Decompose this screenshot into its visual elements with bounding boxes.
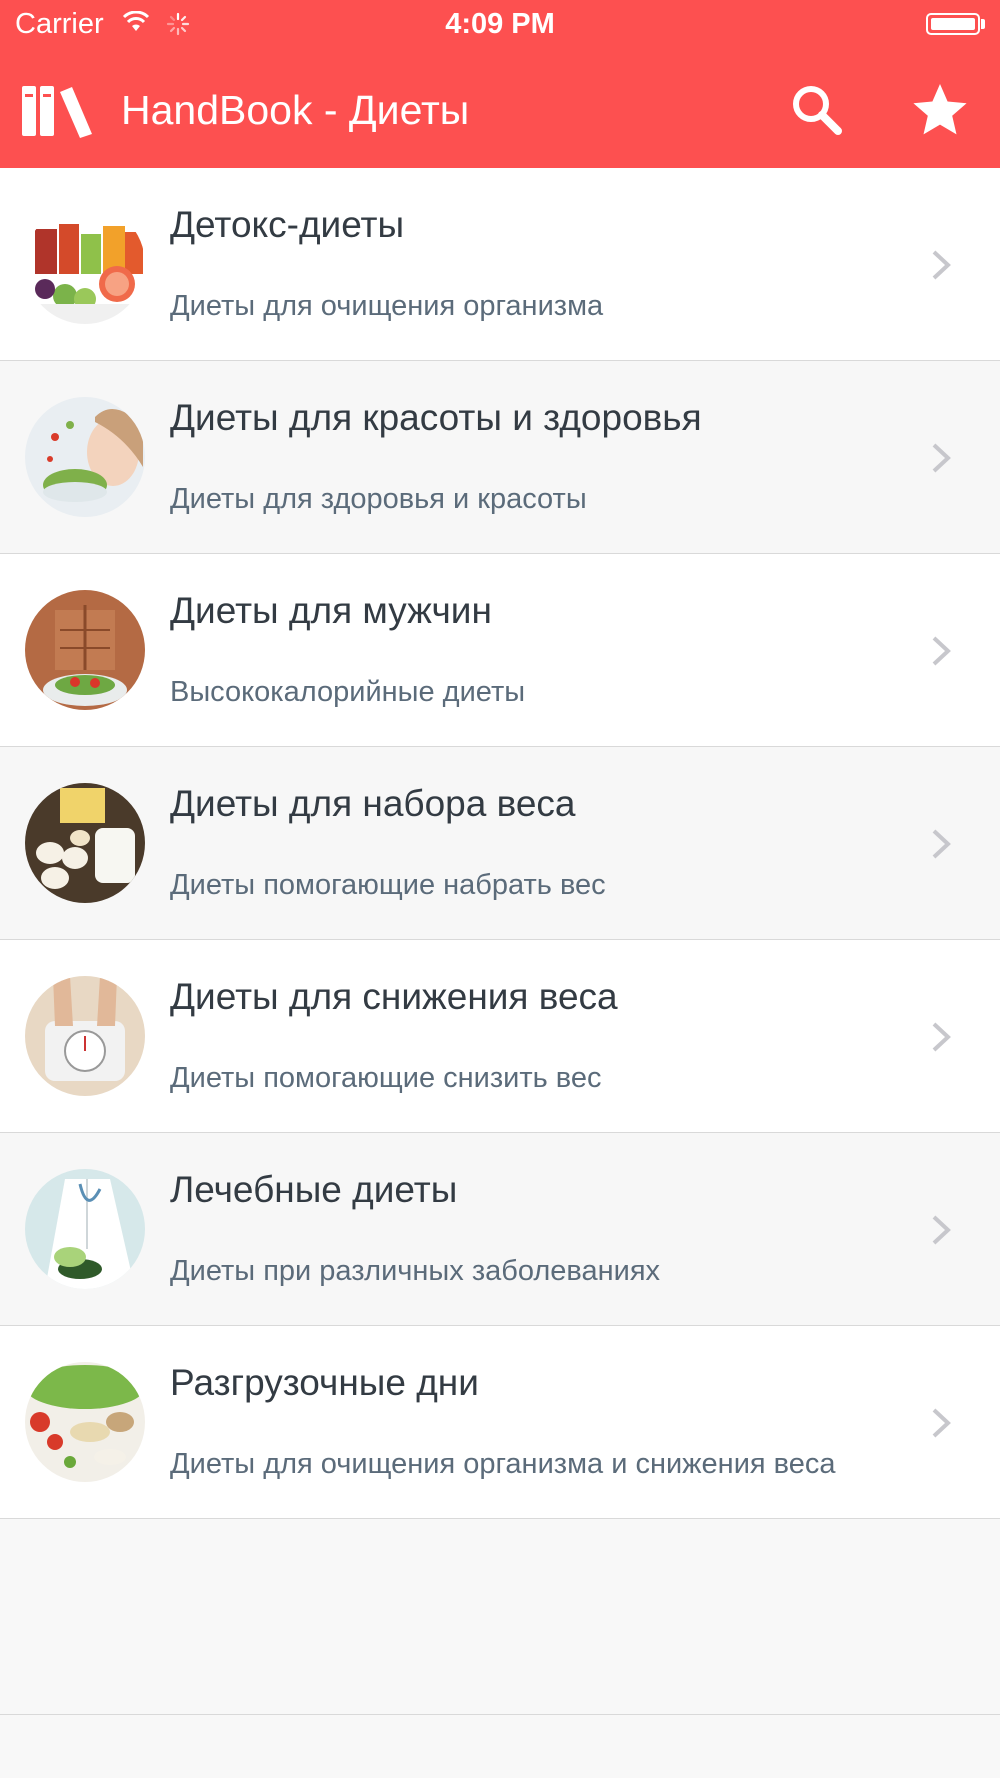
search-icon[interactable] [787, 80, 847, 140]
chevron-right-icon [928, 1020, 956, 1059]
list-item-weight-loss[interactable]: Диеты для снижения веса Диеты помогающие… [0, 940, 1000, 1133]
dairy-eggs-image [25, 783, 145, 903]
books-icon[interactable] [20, 82, 96, 143]
doctor-vegetables-image [25, 1169, 145, 1289]
status-bar: Carrier 4:09 PM [0, 0, 1000, 50]
list-item-subtitle: Диеты для очищения организма и снижения … [170, 1448, 836, 1480]
status-time: 4:09 PM [445, 8, 555, 40]
list-item-men[interactable]: Диеты для мужчин Высококалорийные диеты [0, 554, 1000, 747]
list-item-subtitle: Диеты для здоровья и красоты [170, 483, 587, 515]
list-item-title: Диеты для мужчин [170, 590, 492, 631]
list-item-title: Диеты для снижения веса [170, 976, 618, 1017]
chevron-right-icon [928, 1406, 956, 1445]
divider [0, 1714, 1000, 1715]
list-item-subtitle: Высококалорийные диеты [170, 676, 526, 708]
chevron-right-icon [928, 827, 956, 866]
chevron-right-icon [928, 1213, 956, 1252]
battery-tip [981, 19, 985, 29]
list-item-title: Детокс-диеты [170, 204, 405, 245]
list-item-subtitle: Диеты помогающие набрать вес [170, 869, 606, 901]
battery-icon [926, 13, 980, 35]
abs-salad-image [25, 590, 145, 710]
list-item-title: Диеты для красоты и здоровья [170, 397, 702, 438]
list-item-therapeutic[interactable]: Лечебные диеты Диеты при различных забол… [0, 1133, 1000, 1326]
list-item-beauty-health[interactable]: Диеты для красоты и здоровья Диеты для з… [0, 361, 1000, 554]
list-item-title: Лечебные диеты [170, 1169, 458, 1210]
star-icon[interactable] [910, 80, 970, 140]
chevron-right-icon [928, 441, 956, 480]
list-item-fasting-days[interactable]: Разгрузочные дни Диеты для очищения орга… [0, 1326, 1000, 1519]
header: Carrier 4:09 PM HandBook - Диеты [0, 0, 1000, 168]
chevron-right-icon [928, 634, 956, 673]
woman-salad-image [25, 397, 145, 517]
list-item-title: Разгрузочные дни [170, 1362, 479, 1403]
list-item-subtitle: Диеты помогающие снизить вес [170, 1062, 602, 1094]
juice-fruits-image [25, 204, 145, 324]
list-item-title: Диеты для набора веса [170, 783, 576, 824]
scale-feet-image [25, 976, 145, 1096]
vegetables-table-image [25, 1362, 145, 1482]
diet-list: Детокс-диеты Диеты для очищения организм… [0, 168, 1000, 1519]
list-item-subtitle: Диеты для очищения организма [170, 290, 604, 322]
chevron-right-icon [928, 248, 956, 287]
list-item-weight-gain[interactable]: Диеты для набора веса Диеты помогающие н… [0, 747, 1000, 940]
navigation-bar: HandBook - Диеты [0, 60, 1000, 160]
list-item-detox[interactable]: Детокс-диеты Диеты для очищения организм… [0, 168, 1000, 361]
list-item-subtitle: Диеты при различных заболеваниях [170, 1255, 661, 1287]
page-title: HandBook - Диеты [121, 87, 470, 133]
